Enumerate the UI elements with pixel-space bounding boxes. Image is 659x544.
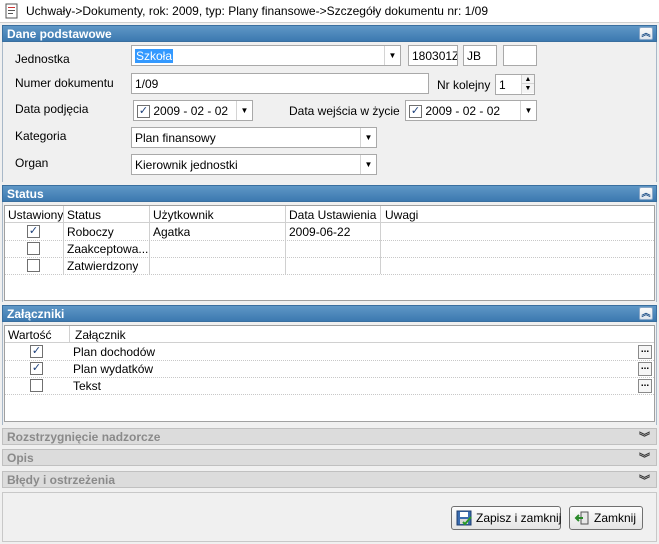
document-app-icon — [5, 3, 18, 19]
nr-kolejny-label: Nr kolejny — [437, 78, 491, 92]
save-close-label: Zapisz i zamknij — [476, 511, 562, 525]
row-status: Zaakceptowa... — [67, 242, 149, 256]
table-row[interactable]: Zatwierdzony — [5, 258, 654, 275]
section-rozstrzygniecie-header[interactable]: Rozstrzygnięcie nadzorcze ︾ — [2, 428, 657, 445]
section-bledy-header[interactable]: Błędy i ostrzeżenia ︾ — [2, 471, 657, 488]
col-zalacznik[interactable]: Załącznik — [75, 328, 126, 342]
data-wejscia-label: Data wejścia w życie — [289, 104, 400, 118]
row-checkbox[interactable] — [27, 242, 40, 255]
spin-up-icon[interactable]: ▲ — [522, 75, 534, 84]
section-title: Dane podstawowe — [7, 27, 112, 41]
kategoria-combo[interactable]: Plan finansowy ▼ — [131, 127, 377, 148]
section-title: Błędy i ostrzeżenia — [7, 473, 116, 487]
section-title: Rozstrzygnięcie nadzorcze — [7, 430, 161, 444]
browse-button[interactable]: ... — [638, 379, 652, 393]
save-close-button[interactable]: Zapisz i zamknij — [451, 506, 561, 530]
list-item[interactable]: Tekst ... — [5, 378, 654, 395]
data-podjecia-value: 2009 - 02 - 02 — [153, 104, 229, 118]
row-checkbox[interactable]: ✓ — [27, 225, 40, 238]
list-item[interactable]: ✓ Plan dochodów ... — [5, 344, 654, 361]
section-dane-podstawowe-header[interactable]: Dane podstawowe ︽ — [2, 25, 657, 42]
col-wartosc[interactable]: Wartość — [8, 328, 52, 342]
section-title: Załączniki — [7, 307, 65, 321]
dropdown-arrow-icon[interactable]: ▼ — [360, 128, 376, 147]
dropdown-arrow-icon[interactable]: ▼ — [236, 101, 252, 120]
double-chevron-up-icon[interactable]: ︽ — [639, 27, 653, 40]
numer-label: Numer dokumentu — [15, 76, 114, 90]
data-podjecia-label: Data podjęcia — [15, 102, 89, 116]
section-opis-header[interactable]: Opis ︾ — [2, 449, 657, 466]
jednostka-label: Jednostka — [15, 52, 70, 66]
nr-kolejny-value: 1 — [499, 78, 506, 92]
section-zalaczniki-header[interactable]: Załączniki ︽ — [2, 305, 657, 322]
organ-label: Organ — [15, 156, 49, 170]
double-chevron-up-icon[interactable]: ︽ — [639, 187, 653, 200]
dane-podstawowe-panel: Jednostka Szkoła ▼ 180301Z JB Numer doku… — [2, 42, 657, 182]
row-status: Zatwierdzony — [67, 259, 139, 273]
browse-button[interactable]: ... — [638, 345, 652, 359]
spin-down-icon[interactable]: ▼ — [522, 84, 534, 93]
double-chevron-down-icon[interactable]: ︾ — [639, 450, 650, 466]
zalaczniki-panel: Wartość Załącznik ✓ Plan dochodów ... ✓ … — [2, 322, 657, 425]
browse-button[interactable]: ... — [638, 362, 652, 376]
jednostka-combo[interactable]: Szkoła ▼ — [131, 45, 401, 66]
col-status[interactable]: Status — [67, 208, 101, 222]
section-title: Status — [7, 187, 44, 201]
data-wejscia-value: 2009 - 02 - 02 — [425, 104, 501, 118]
section-status-header[interactable]: Status ︽ — [2, 185, 657, 202]
exit-icon — [574, 511, 589, 525]
nr-kolejny-spinner[interactable]: 1 ▲ ▼ — [495, 74, 535, 95]
row-checkbox[interactable]: ✓ — [30, 362, 43, 375]
status-panel: Ustawiony Status Użytkownik Data Ustawie… — [2, 202, 657, 302]
table-row[interactable]: ✓ Roboczy Agatka 2009-06-22 — [5, 224, 654, 241]
attachment-name: Plan dochodów — [73, 345, 156, 359]
code1-field[interactable]: 180301Z — [408, 45, 458, 66]
close-button[interactable]: Zamknij — [569, 506, 643, 530]
zalaczniki-grid: Wartość Załącznik ✓ Plan dochodów ... ✓ … — [4, 325, 655, 422]
row-checkbox[interactable]: ✓ — [30, 345, 43, 358]
jednostka-value: Szkoła — [135, 49, 174, 63]
list-item[interactable]: ✓ Plan wydatków ... — [5, 361, 654, 378]
col-data-ustawienia[interactable]: Data Ustawienia — [289, 208, 376, 222]
status-grid-header: Ustawiony Status Użytkownik Data Ustawie… — [5, 206, 654, 223]
status-grid: Ustawiony Status Użytkownik Data Ustawie… — [4, 205, 655, 301]
organ-combo[interactable]: Kierownik jednostki ▼ — [131, 154, 377, 175]
col-uwagi[interactable]: Uwagi — [385, 208, 418, 222]
zalaczniki-grid-header: Wartość Załącznik — [5, 326, 654, 343]
numer-field[interactable]: 1/09 — [131, 73, 429, 94]
col-ustawiony[interactable]: Ustawiony — [8, 208, 63, 222]
data-podjecia-picker[interactable]: ✓ 2009 - 02 - 02 ▼ — [133, 100, 253, 121]
attachment-name: Plan wydatków — [73, 362, 154, 376]
organ-value: Kierownik jednostki — [135, 158, 238, 172]
row-user: Agatka — [153, 225, 191, 239]
spinner-buttons[interactable]: ▲ ▼ — [521, 75, 534, 94]
attachment-name: Tekst — [73, 379, 102, 393]
code2-field[interactable]: JB — [463, 45, 497, 66]
section-title: Opis — [7, 451, 34, 465]
window-titlebar: Uchwały->Dokumenty, rok: 2009, typ: Plan… — [0, 0, 659, 23]
window-title: Uchwały->Dokumenty, rok: 2009, typ: Plan… — [26, 4, 489, 18]
table-row[interactable]: Zaakceptowa... — [5, 241, 654, 258]
save-icon — [456, 510, 472, 526]
col-uzytkownik[interactable]: Użytkownik — [153, 208, 214, 222]
data-podjecia-checkbox[interactable]: ✓ — [137, 105, 150, 119]
row-date: 2009-06-22 — [289, 225, 351, 239]
dropdown-arrow-icon[interactable]: ▼ — [520, 101, 536, 120]
row-checkbox[interactable] — [30, 379, 43, 392]
row-status: Roboczy — [67, 225, 114, 239]
data-wejscia-checkbox[interactable]: ✓ — [409, 105, 422, 119]
double-chevron-down-icon[interactable]: ︾ — [639, 429, 650, 445]
double-chevron-down-icon[interactable]: ︾ — [639, 472, 650, 488]
kategoria-value: Plan finansowy — [135, 131, 216, 145]
dropdown-arrow-icon[interactable]: ▼ — [384, 46, 400, 65]
code3-field[interactable] — [503, 45, 537, 66]
dropdown-arrow-icon[interactable]: ▼ — [360, 155, 376, 174]
footer-panel: Zapisz i zamknij Zamknij — [2, 492, 657, 542]
close-label: Zamknij — [594, 511, 637, 525]
col-divider — [69, 326, 70, 343]
double-chevron-up-icon[interactable]: ︽ — [639, 307, 653, 320]
row-checkbox[interactable] — [27, 259, 40, 272]
kategoria-label: Kategoria — [15, 129, 67, 143]
data-wejscia-picker[interactable]: ✓ 2009 - 02 - 02 ▼ — [405, 100, 537, 121]
